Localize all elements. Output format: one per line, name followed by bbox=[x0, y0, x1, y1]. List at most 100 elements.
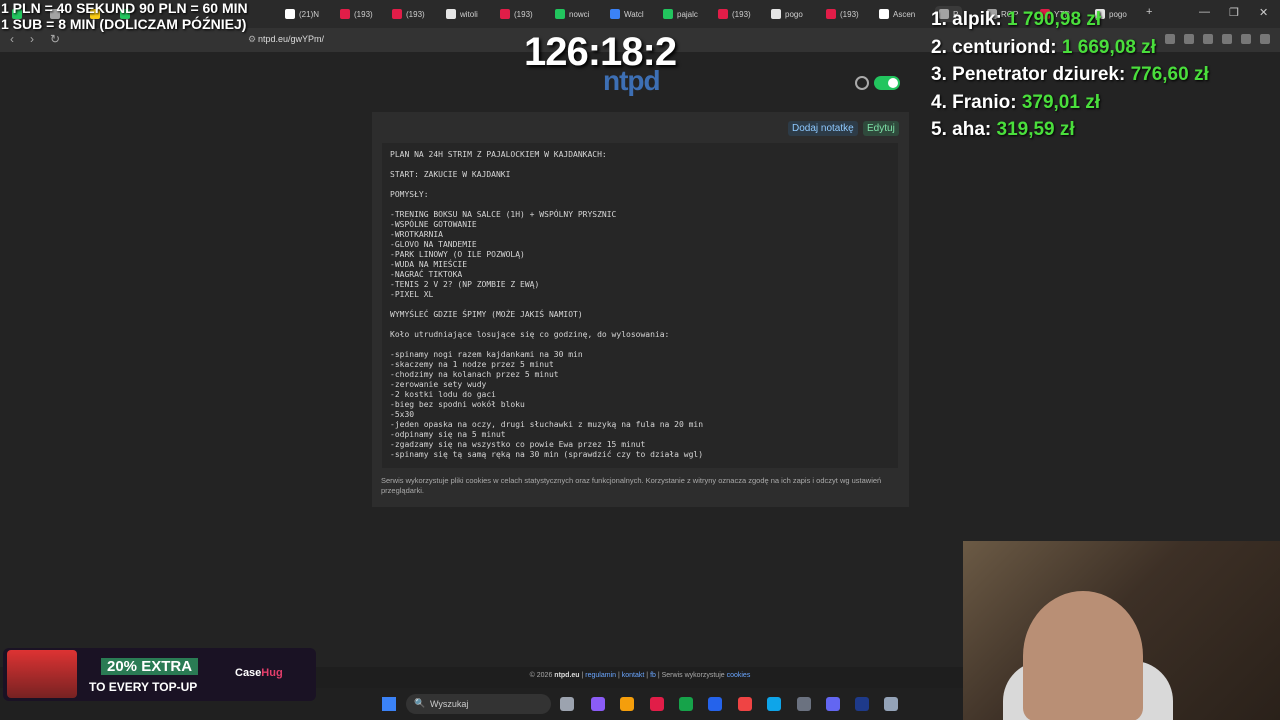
donor-leaderboard: 1. alpik: 1 790,98 zł 2. centuriond: 1 66… bbox=[931, 9, 1209, 147]
taskbar-app-icon[interactable] bbox=[620, 697, 634, 711]
promo-headline: 20% EXTRA bbox=[101, 658, 199, 675]
leaderboard-rank: 3. bbox=[931, 64, 947, 86]
webcam-person bbox=[1023, 591, 1143, 720]
tab-label: pogo bbox=[785, 9, 803, 19]
browser-tab[interactable]: nowci bbox=[555, 6, 589, 22]
leaderboard-name: centuriond: bbox=[952, 36, 1057, 58]
back-button[interactable]: ‹ bbox=[10, 32, 14, 46]
tab-favicon-icon bbox=[663, 9, 673, 19]
browser-tab[interactable]: pajalc bbox=[663, 6, 698, 22]
taskbar-app-icon[interactable] bbox=[855, 697, 869, 711]
browser-tab[interactable]: Watcl bbox=[610, 6, 644, 22]
url-field[interactable]: ntpd.eu/gwYPm/ bbox=[258, 34, 324, 44]
browser-tab[interactable]: (193) bbox=[340, 6, 373, 22]
leaderboard-amount: 1 790,98 zł bbox=[1007, 9, 1102, 30]
extension-icon[interactable] bbox=[1222, 34, 1232, 44]
tab-favicon-icon bbox=[610, 9, 620, 19]
add-note-button[interactable]: Dodaj notatkę bbox=[788, 121, 858, 136]
tab-label: pajalc bbox=[677, 9, 698, 19]
leaderboard-row: 4. Franio: 379,01 zł bbox=[931, 92, 1209, 120]
browser-tab[interactable]: (193) bbox=[500, 6, 533, 22]
leaderboard-amount: 319,59 zł bbox=[996, 119, 1075, 141]
leaderboard-name: alpik: bbox=[952, 9, 1002, 30]
taskbar-search[interactable]: Wyszukaj bbox=[406, 694, 551, 714]
tab-label: (193) bbox=[732, 9, 751, 19]
site-info-icon[interactable]: ⚙ bbox=[248, 34, 256, 45]
theme-icon[interactable] bbox=[855, 76, 869, 90]
tab-favicon-icon bbox=[340, 9, 350, 19]
tab-favicon-icon bbox=[446, 9, 456, 19]
footer-link-regulamin[interactable]: regulamin bbox=[585, 672, 616, 679]
edit-button[interactable]: Edytuj bbox=[863, 121, 899, 136]
browser-tab[interactable]: witoli bbox=[446, 6, 478, 22]
leaderboard-row: 2. centuriond: 1 669,08 zł bbox=[931, 37, 1209, 65]
tab-label: (193) bbox=[406, 9, 425, 19]
reload-button[interactable]: ↻ bbox=[50, 32, 60, 46]
sponsor-banner: 20% EXTRA TO EVERY TOP-UP CaseHug bbox=[3, 648, 316, 701]
tab-label: (193) bbox=[840, 9, 859, 19]
footer-site: ntpd.eu bbox=[554, 672, 580, 679]
leaderboard-rank: 1. bbox=[931, 9, 947, 30]
browser-tab[interactable]: (193) bbox=[826, 6, 859, 22]
footer-copyright: © 2026 bbox=[529, 672, 555, 679]
taskbar-app-icon[interactable] bbox=[591, 697, 605, 711]
taskbar-app-icon[interactable] bbox=[708, 697, 722, 711]
cookie-notice: Serwis wykorzystuje pliki cookies w cela… bbox=[381, 476, 882, 495]
tab-favicon-icon bbox=[500, 9, 510, 19]
menu-icon[interactable] bbox=[1260, 34, 1270, 44]
tab-favicon-icon bbox=[285, 9, 295, 19]
browser-tab[interactable]: (193) bbox=[392, 6, 425, 22]
promo-subline: TO EVERY TOP-UP bbox=[89, 680, 198, 694]
leaderboard-row: 1. alpik: 1 790,98 zł bbox=[931, 9, 1209, 37]
brand-part: Case bbox=[235, 667, 262, 679]
browser-tab[interactable]: Ascen bbox=[879, 6, 915, 22]
taskbar-app-icon[interactable] bbox=[767, 697, 781, 711]
sponsor-image bbox=[7, 650, 77, 698]
tab-favicon-icon bbox=[392, 9, 402, 19]
leaderboard-rank: 4. bbox=[931, 91, 947, 113]
leaderboard-amount: 776,60 zł bbox=[1130, 64, 1209, 86]
brand-part: Hug bbox=[261, 667, 283, 679]
sponsor-logo: CaseHug bbox=[235, 667, 283, 679]
rate-line: 1 SUB = 8 MIN (DOLICZAM PÓŹNIEJ) bbox=[1, 16, 247, 32]
extension-icon[interactable] bbox=[1241, 34, 1251, 44]
forward-button[interactable]: › bbox=[30, 32, 34, 46]
tab-favicon-icon bbox=[771, 9, 781, 19]
taskbar-app-icon[interactable] bbox=[650, 697, 664, 711]
tab-label: nowci bbox=[569, 9, 590, 19]
browser-tab[interactable]: (21)N bbox=[285, 6, 319, 22]
leaderboard-row: 3. Penetrator dziurek: 776,60 zł bbox=[931, 64, 1209, 92]
leaderboard-name: Franio: bbox=[952, 91, 1017, 113]
subathon-timer: 126:18:2 bbox=[524, 30, 677, 74]
tab-label: (193) bbox=[514, 9, 533, 19]
close-window-button[interactable]: ✕ bbox=[1259, 6, 1268, 19]
tab-label: witoli bbox=[460, 9, 478, 19]
leaderboard-rank: 5. bbox=[931, 119, 947, 141]
leaderboard-name: Penetrator dziurek: bbox=[952, 64, 1126, 86]
dark-mode-toggle[interactable] bbox=[874, 76, 900, 90]
taskbar-app-icon[interactable] bbox=[884, 697, 898, 711]
rate-line: 1 PLN = 40 SEKUND 90 PLN = 60 MIN bbox=[1, 0, 248, 16]
tab-favicon-icon bbox=[555, 9, 565, 19]
taskbar-app-icon[interactable] bbox=[679, 697, 693, 711]
maximize-button[interactable]: ❐ bbox=[1229, 6, 1239, 19]
leaderboard-amount: 379,01 zł bbox=[1021, 91, 1100, 113]
tab-favicon-icon bbox=[718, 9, 728, 19]
taskbar-app-icon[interactable] bbox=[797, 697, 811, 711]
taskbar-app-icon[interactable] bbox=[738, 697, 752, 711]
leaderboard-amount: 1 669,08 zł bbox=[1061, 36, 1156, 58]
browser-tab[interactable]: (193) bbox=[718, 6, 751, 22]
footer-link-kontakt[interactable]: kontakt bbox=[622, 672, 645, 679]
browser-tab[interactable]: pogo bbox=[771, 6, 803, 22]
footer-link-cookies[interactable]: cookies bbox=[727, 672, 751, 679]
leaderboard-row: 5. aha: 319,59 zł bbox=[931, 119, 1209, 147]
taskbar-app-icon[interactable] bbox=[560, 697, 574, 711]
note-content: PLAN NA 24H STRIM Z PAJALOCKIEM W KAJDAN… bbox=[382, 143, 898, 468]
webcam-feed bbox=[963, 541, 1280, 720]
tab-label: Ascen bbox=[893, 9, 916, 19]
windows-start-icon[interactable] bbox=[382, 697, 396, 711]
tab-favicon-icon bbox=[826, 9, 836, 19]
taskbar-app-icon[interactable] bbox=[826, 697, 840, 711]
donation-rate-overlay: 1 PLN = 40 SEKUND 90 PLN = 60 MIN 1 SUB … bbox=[1, 0, 248, 32]
leaderboard-name: aha: bbox=[952, 119, 992, 141]
